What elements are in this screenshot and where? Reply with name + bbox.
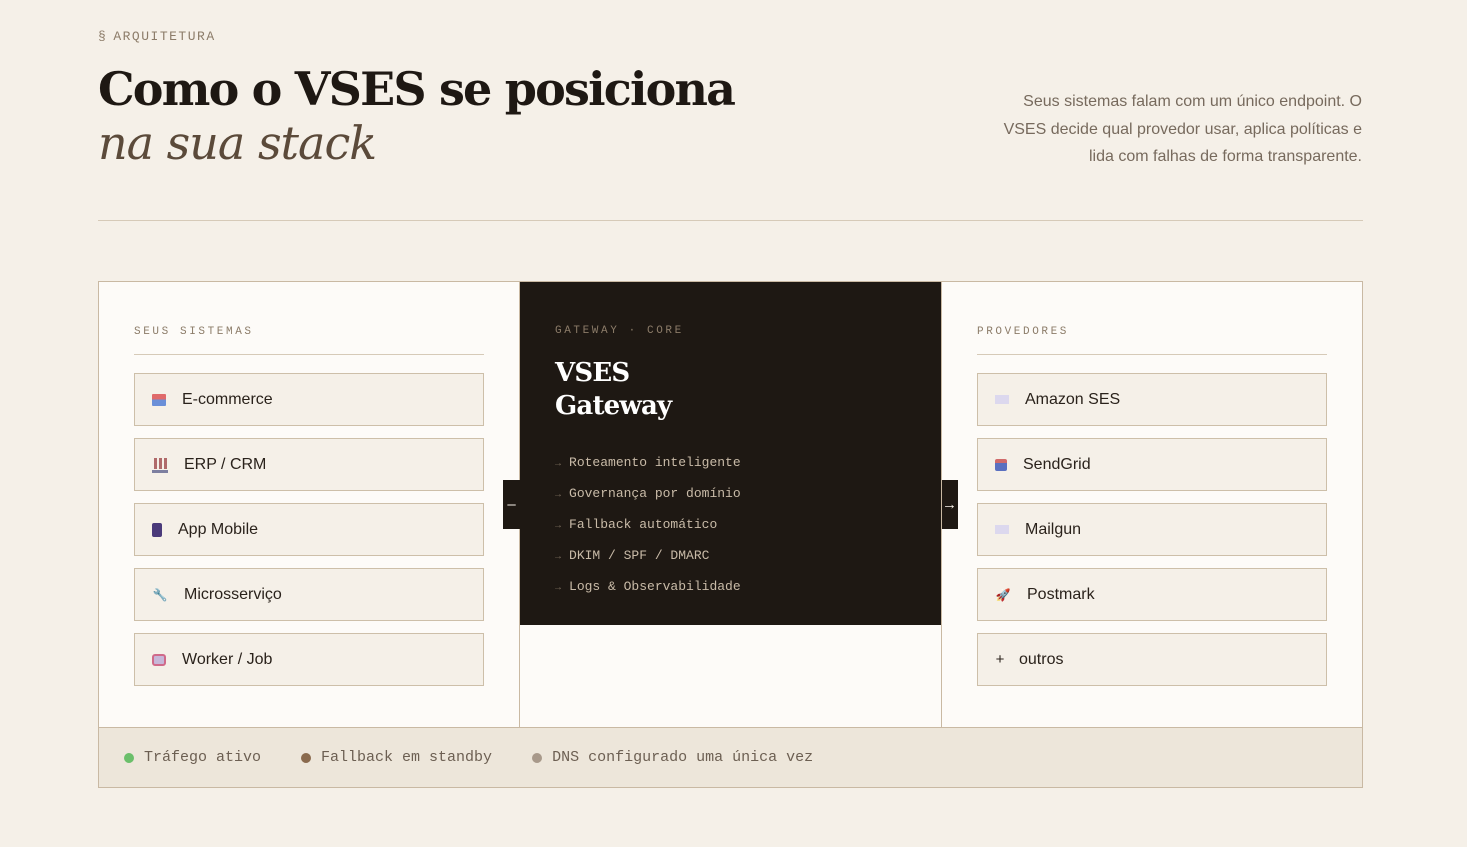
title-line-2: na sua stack <box>98 116 377 170</box>
gateway-feature-text: Governança por domínio <box>569 486 741 501</box>
gateway-feature-text: Roteamento inteligente <box>569 455 741 470</box>
gateway-feature-text: Logs & Observabilidade <box>569 579 741 594</box>
provider-item-amazon-ses[interactable]: Amazon SES <box>977 373 1327 426</box>
system-item-app-mobile[interactable]: App Mobile <box>134 503 484 556</box>
gateway-feature-text: Fallback automático <box>569 517 718 532</box>
gateway-feature: → Fallback automático <box>555 510 741 541</box>
gateway-label: GATEWAY · CORE <box>555 325 684 337</box>
provider-item-label: Amazon SES <box>1025 390 1121 408</box>
system-item-label: Microsserviço <box>184 585 282 603</box>
status-dot-icon <box>301 752 312 763</box>
phone-icon <box>152 522 162 537</box>
gateway-column: GATEWAY · CORE VSES Gateway → Roteamento … <box>520 282 941 727</box>
arrow-right-icon: → <box>555 459 562 470</box>
page-title: Como o VSES se posiciona na sua stack <box>98 62 736 170</box>
systems-divider <box>134 354 484 355</box>
provider-item-outros[interactable]: + outros <box>977 633 1327 686</box>
provider-item-sendgrid[interactable]: SendGrid <box>977 438 1327 491</box>
provider-item-postmark[interactable]: 🚀 Postmark <box>977 568 1327 621</box>
systems-label: SEUS SISTEMAS <box>134 326 254 338</box>
providers-list: Amazon SES SendGrid Mailgun 🚀 Postmark +… <box>977 373 1327 698</box>
plus-icon: + <box>995 651 1005 668</box>
status-dot-icon <box>532 752 543 763</box>
gateway-title-line-1: VSES <box>555 358 630 388</box>
arrow-right-icon: → <box>555 521 562 532</box>
gateway-core-card: GATEWAY · CORE VSES Gateway → Roteamento … <box>520 282 941 625</box>
inbound-connector-icon: – <box>503 480 520 529</box>
system-item-ecommerce[interactable]: E-commerce <box>134 373 484 426</box>
gateway-title-line-2: Gateway <box>555 391 672 421</box>
system-item-erp-crm[interactable]: ERP / CRM <box>134 438 484 491</box>
system-item-microsservico[interactable]: 🔧 Microsserviço <box>134 568 484 621</box>
gateway-feature: → Governança por domínio <box>555 479 741 510</box>
status-item-trafego: Tráfego ativo <box>124 749 261 766</box>
wrench-icon: 🔧 <box>152 587 168 602</box>
system-item-label: E-commerce <box>182 390 273 408</box>
section-eyebrow: § ARQUITETURA <box>98 29 216 44</box>
lead-paragraph: Seus sistemas falam com um único endpoin… <box>1003 93 1362 165</box>
providers-divider <box>977 354 1327 355</box>
providers-label: PROVEDORES <box>977 326 1070 338</box>
title-line-1: Como o VSES se posiciona <box>98 62 736 116</box>
section-divider <box>98 220 1363 221</box>
status-label: DNS configurado uma única vez <box>552 749 814 766</box>
architecture-diagram: SEUS SISTEMAS E-commerce ERP / CRM App M… <box>98 281 1363 788</box>
eyebrow-text: ARQUITETURA <box>113 29 216 44</box>
system-item-worker-job[interactable]: Worker / Job <box>134 633 484 686</box>
providers-column: PROVEDORES Amazon SES SendGrid Mailgun 🚀… <box>941 282 1363 727</box>
status-legend: Tráfego ativo Fallback em standby DNS co… <box>99 727 1362 787</box>
provider-item-mailgun[interactable]: Mailgun <box>977 503 1327 556</box>
status-dot-icon <box>124 752 134 763</box>
gateway-feature: → Roteamento inteligente <box>555 448 741 479</box>
status-item-fallback: Fallback em standby <box>301 749 492 766</box>
arrow-right-icon: → <box>555 490 562 501</box>
envelope-icon <box>995 395 1009 404</box>
robot-icon <box>152 653 166 666</box>
provider-item-label: Mailgun <box>1025 520 1082 538</box>
section-symbol: § <box>98 29 108 44</box>
system-item-label: App Mobile <box>178 520 259 538</box>
systems-column: SEUS SISTEMAS E-commerce ERP / CRM App M… <box>99 282 520 727</box>
inbox-icon <box>995 458 1007 471</box>
rocket-icon: 🚀 <box>995 587 1011 602</box>
systems-list: E-commerce ERP / CRM App Mobile 🔧 Micros… <box>134 373 484 698</box>
provider-item-label: outros <box>1019 650 1064 668</box>
shop-icon <box>152 393 166 406</box>
gateway-feature: → DKIM / SPF / DMARC <box>555 541 741 572</box>
arrow-right-icon: → <box>555 552 562 563</box>
status-label: Fallback em standby <box>321 749 493 766</box>
gateway-feature-text: DKIM / SPF / DMARC <box>569 548 710 563</box>
gateway-title: VSES Gateway <box>555 357 672 423</box>
system-item-label: ERP / CRM <box>184 455 267 473</box>
provider-item-label: Postmark <box>1027 585 1095 603</box>
status-label: Tráfego ativo <box>144 749 262 766</box>
envelope-icon <box>995 525 1009 534</box>
status-item-dns: DNS configurado uma única vez <box>532 749 813 766</box>
gateway-feature-list: → Roteamento inteligente → Governança por … <box>555 448 741 603</box>
arrow-right-icon: → <box>555 583 562 594</box>
provider-item-label: SendGrid <box>1023 455 1091 473</box>
factory-icon <box>152 457 168 473</box>
gateway-feature: → Logs & Observabilidade <box>555 572 741 603</box>
system-item-label: Worker / Job <box>182 650 273 668</box>
